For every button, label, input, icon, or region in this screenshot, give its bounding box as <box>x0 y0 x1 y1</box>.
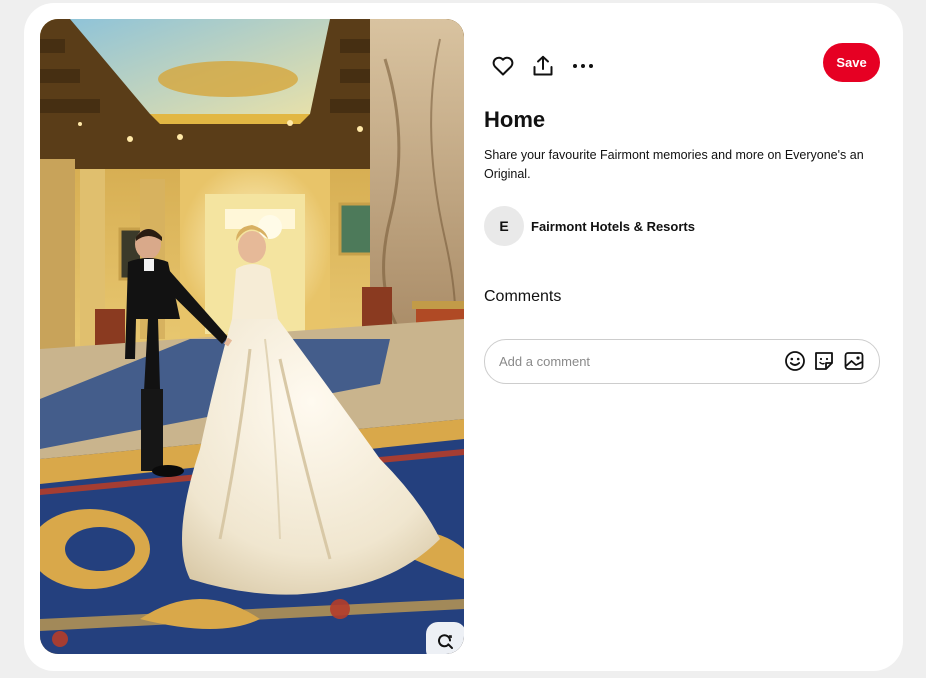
emoji-button[interactable] <box>783 349 807 373</box>
comment-input[interactable] <box>499 340 769 383</box>
pin-title: Home <box>484 107 546 132</box>
pin-description: Share your favourite Fairmont memories a… <box>484 148 864 181</box>
emoji-icon <box>785 351 805 371</box>
image-icon <box>844 352 864 370</box>
heart-icon <box>492 56 514 76</box>
sticker-icon <box>815 352 833 370</box>
share-icon <box>533 55 553 76</box>
more-options-button[interactable] <box>565 48 601 84</box>
pin-photo-illustration <box>40 19 464 654</box>
creator-name[interactable]: Fairmont Hotels & Resorts <box>531 219 695 234</box>
pin-closeup-card: Save Home Share your favourite Fairmont … <box>24 3 903 671</box>
avatar[interactable]: E <box>484 206 524 246</box>
share-button[interactable] <box>525 48 561 84</box>
comment-box <box>484 339 880 384</box>
more-dots-icon <box>573 64 593 68</box>
visual-search-button[interactable] <box>426 622 464 654</box>
visual-search-icon <box>438 634 453 649</box>
comments-heading: Comments <box>484 288 562 305</box>
like-button[interactable] <box>485 48 521 84</box>
pin-image[interactable] <box>40 19 464 654</box>
image-button[interactable] <box>842 349 866 373</box>
creator-link[interactable]: E Fairmont Hotels & Resorts <box>484 206 695 246</box>
pin-details-panel: Save Home Share your favourite Fairmont … <box>484 3 880 671</box>
sticker-button[interactable] <box>812 349 836 373</box>
save-button[interactable]: Save <box>823 43 880 82</box>
